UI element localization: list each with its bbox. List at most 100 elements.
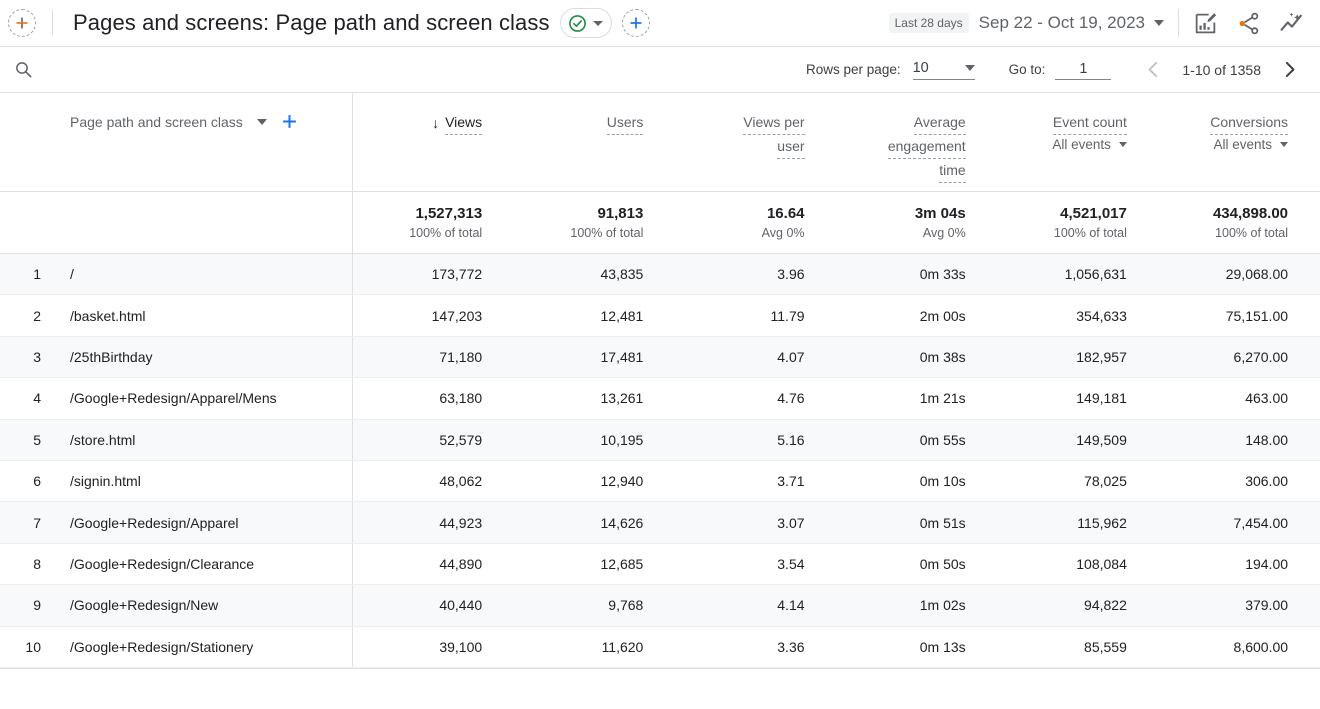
row-metric-cell: 3.96	[675, 254, 836, 294]
share-icon[interactable]	[1236, 11, 1261, 36]
table-row[interactable]: 4/Google+Redesign/Apparel/Mens63,18013,2…	[0, 378, 1320, 419]
row-metric-value: 149,181	[1076, 390, 1127, 406]
row-dimension-cell: 10/Google+Redesign/Stationery	[0, 627, 353, 667]
totals-note: 100% of total	[409, 226, 482, 241]
row-rank: 9	[0, 597, 45, 613]
chevron-down-icon[interactable]	[257, 119, 267, 125]
table-row[interactable]: 8/Google+Redesign/Clearance44,89012,6853…	[0, 544, 1320, 585]
row-metric-value: 0m 55s	[920, 432, 966, 448]
row-page-path[interactable]: /Google+Redesign/New	[45, 597, 218, 613]
table-row[interactable]: 9/Google+Redesign/New40,4409,7684.141m 0…	[0, 585, 1320, 626]
row-rank: 4	[0, 390, 45, 406]
row-metric-value: 29,068.00	[1226, 266, 1288, 282]
row-metric-cell: 3.54	[675, 544, 836, 584]
row-metric-value: 12,481	[601, 308, 644, 324]
row-metric-value: 11.79	[771, 308, 805, 324]
row-metric-value: 39,100	[439, 639, 482, 655]
metric-header-cell: Event count All events	[998, 93, 1159, 191]
row-metric-value: 4.14	[777, 597, 804, 613]
metric-header-label[interactable]: Users	[607, 111, 644, 135]
row-metric-cell: 147,203	[353, 295, 514, 335]
row-metric-cell: 4.76	[675, 378, 836, 418]
totals-cell: 91,813100% of total	[514, 192, 675, 253]
row-metric-cell: 0m 10s	[837, 461, 998, 501]
table-header-row: Page path and screen class ↓Views Users Vi…	[0, 93, 1320, 192]
chevron-down-icon	[1280, 142, 1288, 147]
metric-header-label[interactable]: Conversions	[1210, 111, 1288, 135]
metric-scope-select[interactable]: All events	[1214, 137, 1289, 152]
date-range-label: Sep 22 - Oct 19, 2023	[979, 13, 1145, 33]
row-page-path[interactable]: /store.html	[45, 432, 135, 448]
row-metric-cell: 3.07	[675, 502, 836, 542]
row-metric-cell: 1m 02s	[837, 585, 998, 625]
totals-dimension-cell	[0, 192, 353, 253]
row-rank: 6	[0, 473, 45, 489]
report-status-badge[interactable]	[560, 8, 612, 38]
row-metric-value: 1m 02s	[920, 597, 966, 613]
table-row[interactable]: 6/signin.html48,06212,9403.710m 10s78,02…	[0, 461, 1320, 502]
row-page-path[interactable]: /	[45, 266, 74, 282]
table-row[interactable]: 10/Google+Redesign/Stationery39,10011,62…	[0, 627, 1320, 668]
row-metric-value: 463.00	[1245, 390, 1288, 406]
row-metric-value: 52,579	[439, 432, 482, 448]
row-dimension-cell: 1/	[0, 254, 353, 294]
add-dimension-button[interactable]	[281, 113, 298, 130]
metric-header-label[interactable]: engagement	[888, 135, 966, 159]
rows-per-page-select[interactable]: 10	[913, 60, 975, 80]
row-metric-cell: 3.36	[675, 627, 836, 667]
next-page-button[interactable]	[1273, 59, 1306, 80]
table-row[interactable]: 2/basket.html147,20312,48111.792m 00s354…	[0, 295, 1320, 336]
table-row[interactable]: 5/store.html52,57910,1955.160m 55s149,50…	[0, 420, 1320, 461]
row-page-path[interactable]: /25thBirthday	[45, 349, 153, 365]
table-row[interactable]: 1/173,77243,8353.960m 33s1,056,63129,068…	[0, 254, 1320, 295]
row-page-path[interactable]: /signin.html	[45, 473, 141, 489]
row-metric-value: 13,261	[601, 390, 644, 406]
report-table: Page path and screen class ↓Views Users Vi…	[0, 93, 1320, 669]
row-metric-cell: 14,626	[514, 502, 675, 542]
plus-icon	[281, 113, 298, 130]
table-body: 1/173,77243,8353.960m 33s1,056,63129,068…	[0, 254, 1320, 668]
row-page-path[interactable]: /Google+Redesign/Clearance	[45, 556, 254, 572]
metric-header-label[interactable]: Views	[445, 111, 482, 135]
row-dimension-cell: 2/basket.html	[0, 295, 353, 335]
table-row[interactable]: 3/25thBirthday71,18017,4814.070m 38s182,…	[0, 337, 1320, 378]
plus-icon	[14, 15, 30, 31]
row-metric-value: 182,957	[1076, 349, 1127, 365]
add-comparison-button[interactable]	[8, 9, 36, 37]
row-metric-value: 0m 10s	[920, 473, 966, 489]
metric-scope-select[interactable]: All events	[1052, 137, 1127, 152]
metric-header-label[interactable]: user	[777, 135, 804, 159]
table-totals-row: 1,527,313100% of total91,813100% of tota…	[0, 192, 1320, 254]
insights-icon[interactable]	[1279, 10, 1306, 37]
metric-header-cell: ↓Views	[353, 93, 514, 191]
table-toolbar: Rows per page: 10 Go to: 1-10 of 1358	[0, 46, 1320, 93]
goto-page-input[interactable]	[1055, 60, 1111, 80]
metric-header-label[interactable]: Event count	[1053, 111, 1127, 135]
chevron-down-icon	[593, 21, 603, 26]
row-metric-cell: 2m 00s	[837, 295, 998, 335]
dimension-header-label[interactable]: Page path and screen class	[70, 114, 243, 130]
row-page-path[interactable]: /Google+Redesign/Stationery	[45, 639, 253, 655]
date-range-picker[interactable]: Sep 22 - Oct 19, 2023	[979, 13, 1164, 33]
row-dimension-cell: 4/Google+Redesign/Apparel/Mens	[0, 378, 353, 418]
metric-header-label[interactable]: time	[939, 159, 965, 183]
previous-page-button[interactable]	[1137, 59, 1170, 80]
row-metric-value: 4.07	[777, 349, 804, 365]
row-page-path[interactable]: /basket.html	[45, 308, 145, 324]
metric-header-label[interactable]: Average	[914, 111, 966, 135]
search-icon[interactable]	[14, 60, 33, 79]
edit-chart-icon[interactable]	[1193, 11, 1218, 36]
metric-scope-label: All events	[1214, 137, 1273, 152]
row-page-path[interactable]: /Google+Redesign/Apparel	[45, 515, 239, 531]
row-metric-cell: 4.14	[675, 585, 836, 625]
row-metric-value: 6,270.00	[1234, 349, 1289, 365]
row-dimension-cell: 3/25thBirthday	[0, 337, 353, 377]
plus-icon	[628, 15, 644, 31]
metric-header-label[interactable]: Views per	[743, 111, 804, 135]
row-metric-value: 194.00	[1245, 556, 1288, 572]
row-page-path[interactable]: /Google+Redesign/Apparel/Mens	[45, 390, 277, 406]
add-segment-button[interactable]	[622, 9, 650, 37]
row-metric-cell: 8,600.00	[1159, 627, 1320, 667]
row-metric-cell: 63,180	[353, 378, 514, 418]
table-row[interactable]: 7/Google+Redesign/Apparel44,92314,6263.0…	[0, 502, 1320, 543]
